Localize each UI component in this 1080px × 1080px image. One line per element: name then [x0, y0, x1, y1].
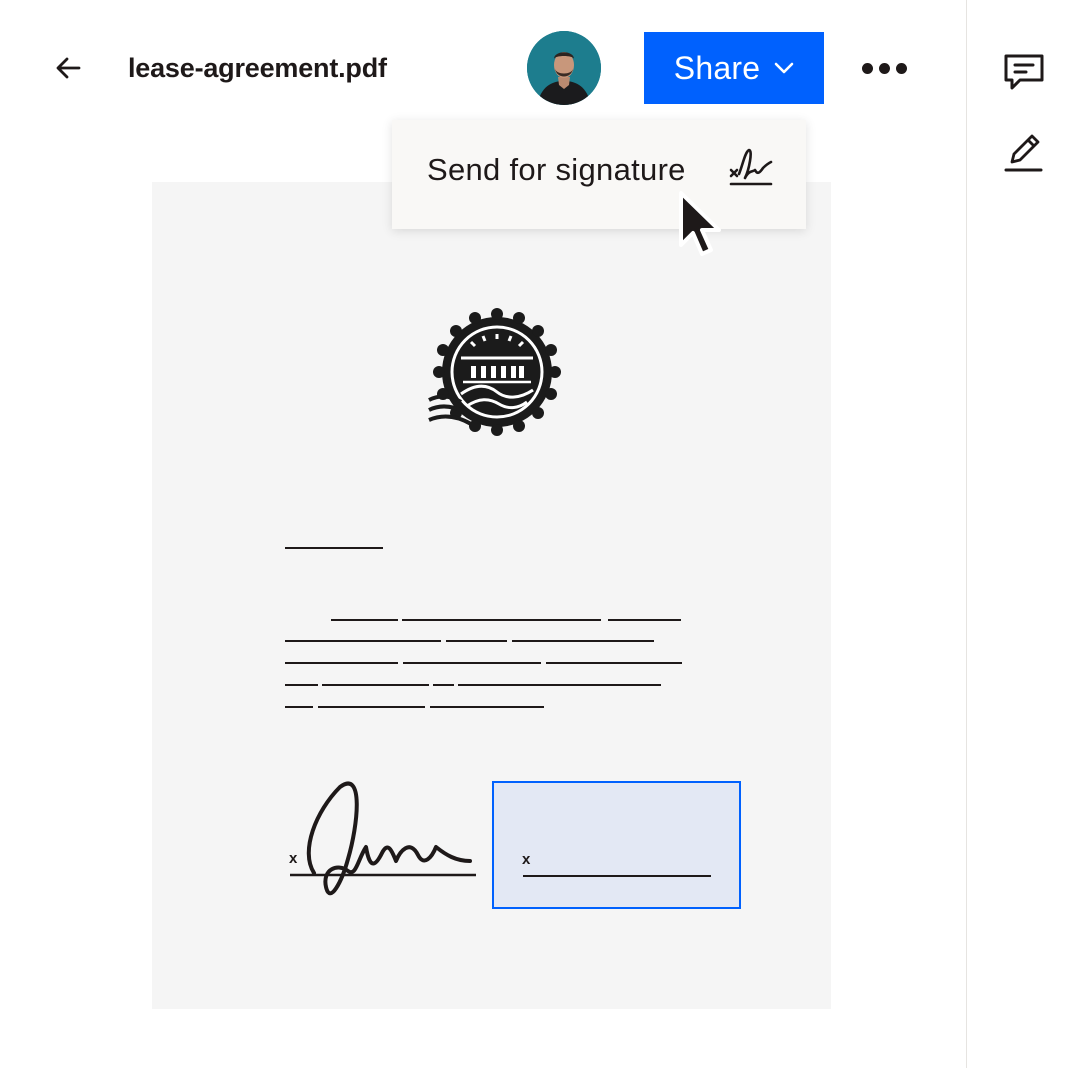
completed-signature [290, 781, 476, 896]
text-line [331, 619, 398, 621]
text-line [608, 619, 681, 621]
text-line [512, 640, 654, 642]
signature-icon [729, 148, 773, 186]
signature-x-mark: x [289, 850, 298, 867]
comment-button[interactable] [1000, 48, 1048, 94]
edit-button[interactable] [1000, 128, 1048, 176]
menu-item-send-for-signature[interactable]: Send for signature [392, 120, 806, 229]
menu-item-label: Send for signature [427, 152, 686, 187]
seal-stamp [428, 308, 561, 436]
text-line [546, 662, 682, 664]
user-photo [527, 31, 601, 105]
chevron-down-icon [774, 62, 794, 74]
signature-line [523, 875, 711, 877]
text-line [285, 662, 398, 664]
text-line [433, 684, 454, 686]
arrow-left-icon [56, 57, 81, 79]
back-button[interactable] [48, 48, 88, 88]
avatar[interactable] [527, 31, 601, 105]
file-title: lease-agreement.pdf [128, 53, 387, 83]
ellipsis-icon [861, 62, 873, 74]
comment-icon [1004, 54, 1044, 90]
text-line [402, 619, 601, 621]
text-line [285, 640, 441, 642]
right-rail-divider [966, 0, 967, 1068]
more-options-button[interactable] [858, 50, 910, 86]
signature-field[interactable]: x [492, 781, 741, 909]
text-line [403, 662, 541, 664]
text-line [285, 547, 383, 549]
text-line [322, 684, 429, 686]
share-dropdown-menu: Send for signature [392, 120, 806, 229]
signature-x-mark: x [522, 851, 531, 868]
text-line [446, 640, 507, 642]
share-label: Share [673, 49, 761, 86]
text-line [318, 706, 425, 708]
text-line [285, 706, 313, 708]
pencil-icon [1004, 134, 1043, 172]
share-button[interactable]: Share [644, 32, 824, 104]
text-line [430, 706, 544, 708]
text-line [458, 684, 661, 686]
text-line [285, 684, 318, 686]
